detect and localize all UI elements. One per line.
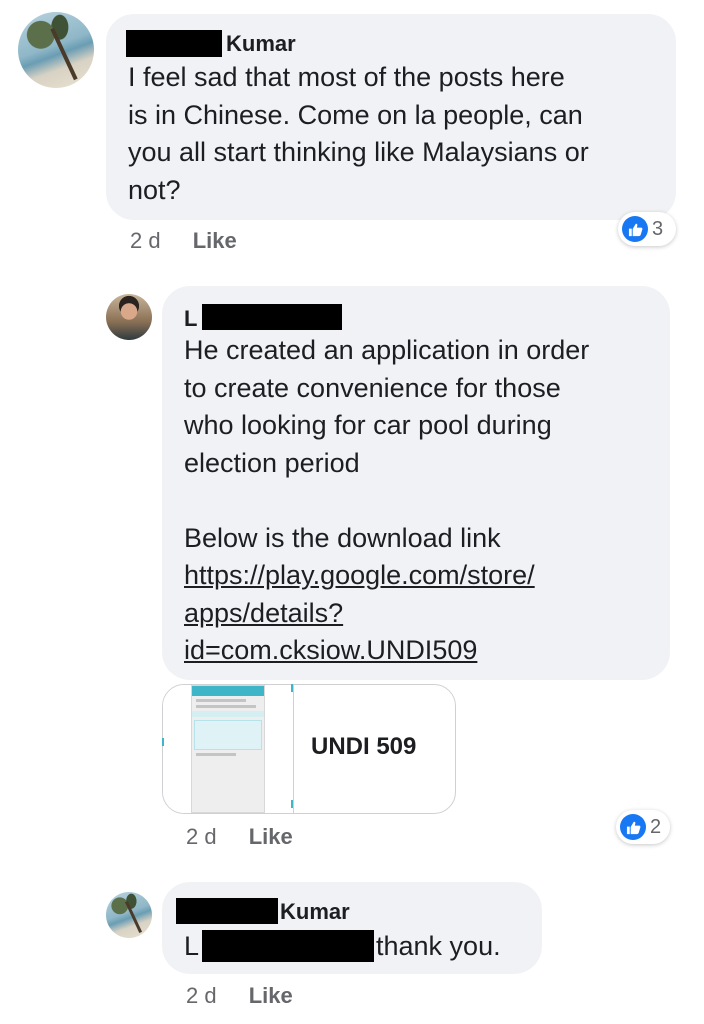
commenter-avatar[interactable]	[106, 892, 152, 938]
comment-meta: 2 d Like	[186, 824, 293, 850]
like-button[interactable]: Like	[249, 824, 293, 849]
redacted-name	[202, 304, 342, 330]
comment-author[interactable]: L	[184, 306, 197, 332]
card-edge-marker	[291, 800, 293, 808]
card-edge-marker	[162, 738, 164, 746]
comment-author[interactable]: Kumar	[280, 899, 350, 925]
comment-text: I feel sad that most of the posts here i…	[128, 62, 589, 205]
comment-text-prefix: L	[184, 931, 200, 961]
comment-text: thank you.	[376, 931, 501, 961]
comment-text: He created an application in order to cr…	[184, 332, 664, 670]
comment-time[interactable]: 2 d	[130, 228, 161, 253]
comment-time[interactable]: 2 d	[186, 824, 217, 849]
redacted-name	[126, 30, 222, 57]
download-link[interactable]: https://play.google.com/store/ apps/deta…	[184, 557, 664, 670]
redacted-mention	[202, 930, 374, 962]
commenter-avatar[interactable]	[106, 294, 152, 340]
reaction-count: 2	[650, 815, 662, 838]
commenter-avatar[interactable]	[18, 12, 94, 88]
redacted-name	[176, 898, 278, 924]
comment-bubble: Kumar I feel sad that most of the posts …	[106, 14, 676, 220]
card-edge-marker	[291, 684, 293, 692]
like-button[interactable]: Like	[249, 983, 293, 1008]
comment-author[interactable]: Kumar	[226, 31, 296, 57]
link-preview-card[interactable]: UNDI 509	[162, 684, 456, 814]
like-button[interactable]: Like	[193, 228, 237, 253]
link-preview-title[interactable]: UNDI 509	[311, 733, 416, 761]
thumbs-up-icon	[622, 216, 648, 242]
reaction-count: 3	[652, 217, 664, 240]
comment-meta: 2 d Like	[186, 983, 293, 1009]
reply-bubble: Kumar L thank you.	[162, 882, 542, 974]
reply-bubble: L He created an application in order to …	[162, 286, 670, 680]
thumbs-up-icon	[620, 814, 646, 840]
reaction-summary[interactable]: 2	[616, 810, 670, 844]
phone-screenshot-image	[191, 685, 265, 813]
comment-time[interactable]: 2 d	[186, 983, 217, 1008]
app-screenshot-thumbnail	[163, 685, 294, 813]
reaction-summary[interactable]: 3	[618, 212, 676, 246]
comment-meta: 2 d Like	[130, 228, 237, 254]
